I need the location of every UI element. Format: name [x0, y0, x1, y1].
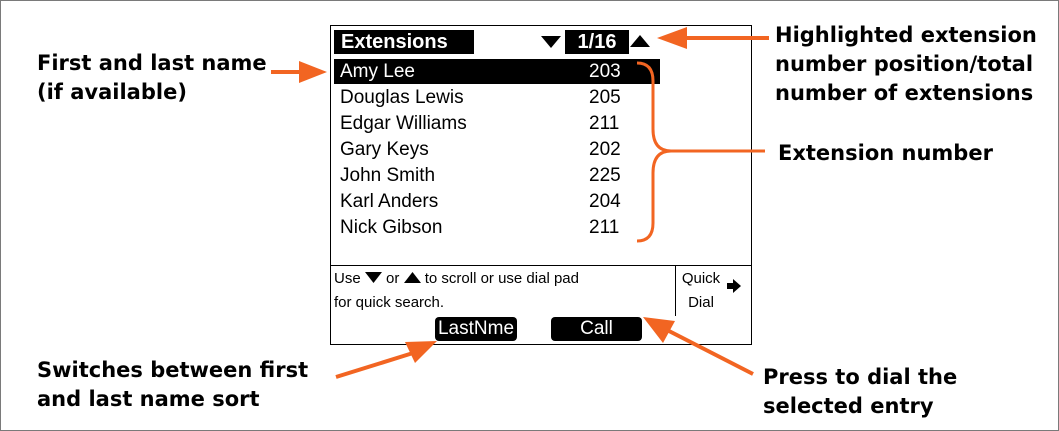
sort-arrow-line	[335, 351, 414, 379]
annotation-overlay	[271, 27, 769, 379]
name-arrowhead	[299, 61, 327, 83]
position-arrowhead	[657, 27, 687, 49]
extension-bracket	[636, 61, 672, 243]
diagram-frame: Extensions 1/16 Amy Lee 203 Douglas Lewi…	[0, 0, 1059, 431]
dial-arrow-line	[668, 329, 754, 376]
sort-arrowhead	[405, 341, 437, 363]
